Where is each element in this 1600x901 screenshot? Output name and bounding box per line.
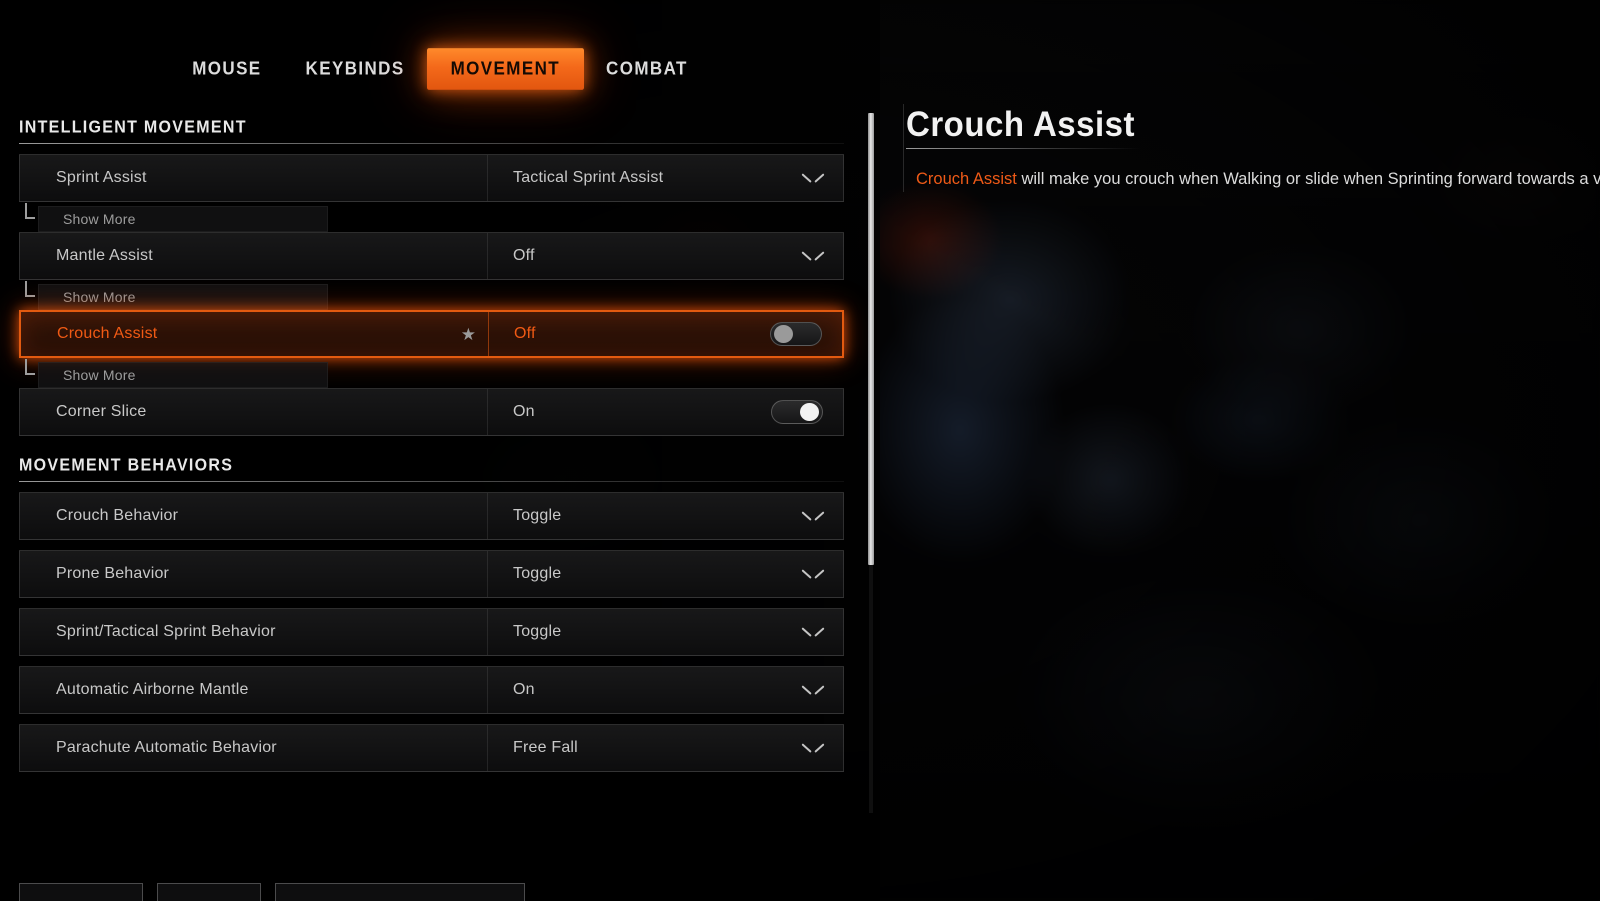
section-header: INTELLIGENT MOVEMENT xyxy=(19,120,844,144)
settings-list[interactable]: INTELLIGENT MOVEMENT Sprint Assist Tactica… xyxy=(0,120,880,820)
setting-row-sprint-tactical-sprint-behavior[interactable]: Sprint/Tactical Sprint Behavior Toggle xyxy=(19,608,844,656)
section-header: MOVEMENT BEHAVIORS xyxy=(19,456,844,482)
setting-label-cell: Crouch Assist ★ xyxy=(21,312,489,356)
toggle-knob xyxy=(800,403,819,421)
setting-row-corner-slice[interactable]: Corner Slice On xyxy=(19,388,844,436)
setting-value: Free Fall xyxy=(513,739,578,756)
setting-row-crouch-behavior[interactable]: Crouch Behavior Toggle xyxy=(19,492,844,540)
settings-screen: MOUSE KEYBINDS MOVEMENT COMBAT INTELLIGENT … xyxy=(0,0,1600,901)
setting-value-cell[interactable]: Tactical Sprint Assist xyxy=(488,155,843,201)
setting-label-cell: Prone Behavior xyxy=(20,551,488,597)
setting-label: Crouch Behavior xyxy=(56,507,179,524)
section-divider xyxy=(19,481,844,482)
detail-title-underline xyxy=(906,148,1141,149)
setting-label-cell: Crouch Behavior xyxy=(20,493,488,539)
chevron-down-icon[interactable] xyxy=(803,626,823,638)
setting-value: Toggle xyxy=(513,565,562,582)
bottom-button-2[interactable] xyxy=(157,883,261,901)
show-more-row-sprint-assist[interactable]: Show More xyxy=(25,203,328,232)
setting-row-mantle-assist[interactable]: Mantle Assist Off xyxy=(19,232,844,280)
setting-value: Toggle xyxy=(513,623,562,640)
toggle-switch[interactable] xyxy=(771,400,823,424)
setting-label: Crouch Assist xyxy=(57,325,158,342)
setting-label: Sprint/Tactical Sprint Behavior xyxy=(56,623,276,640)
setting-row-prone-behavior[interactable]: Prone Behavior Toggle xyxy=(19,550,844,598)
setting-value-cell[interactable]: Off xyxy=(488,233,843,279)
detail-description-rest: will make you crouch when Walking or sli… xyxy=(1016,170,1600,188)
setting-label-cell: Parachute Automatic Behavior xyxy=(20,725,488,771)
setting-value-cell[interactable]: Off xyxy=(489,312,842,356)
tree-elbow-icon xyxy=(25,359,35,375)
show-more-row-crouch-assist[interactable]: Show More xyxy=(25,359,328,388)
setting-label: Parachute Automatic Behavior xyxy=(56,739,277,756)
tree-elbow-icon xyxy=(25,203,35,219)
setting-value-cell[interactable]: Toggle xyxy=(488,551,843,597)
detail-title: Crouch Assist xyxy=(906,104,1135,144)
setting-label-cell: Mantle Assist xyxy=(20,233,488,279)
setting-value: On xyxy=(513,681,535,698)
bottom-button-bar xyxy=(19,883,525,901)
setting-value-cell[interactable]: Toggle xyxy=(488,609,843,655)
toggle-knob xyxy=(774,325,793,343)
setting-row-crouch-assist[interactable]: Crouch Assist ★ Off xyxy=(19,310,844,358)
show-more-label: Show More xyxy=(63,367,136,383)
section-title: INTELLIGENT MOVEMENT xyxy=(19,120,247,137)
bottom-button-3[interactable] xyxy=(275,883,525,901)
setting-value: Tactical Sprint Assist xyxy=(513,169,664,186)
settings-tab-bar: MOUSE KEYBINDS MOVEMENT COMBAT xyxy=(0,48,880,90)
setting-label-cell: Sprint/Tactical Sprint Behavior xyxy=(20,609,488,655)
setting-row-automatic-airborne-mantle[interactable]: Automatic Airborne Mantle On xyxy=(19,666,844,714)
setting-label: Prone Behavior xyxy=(56,565,170,582)
bottom-button-1[interactable] xyxy=(19,883,143,901)
tab-keybinds[interactable]: KEYBINDS xyxy=(284,48,427,90)
tab-movement[interactable]: MOVEMENT xyxy=(426,48,585,90)
setting-value: On xyxy=(513,403,535,420)
detail-description-highlight: Crouch Assist xyxy=(916,170,1017,188)
setting-value-cell[interactable]: On xyxy=(488,667,843,713)
setting-label: Corner Slice xyxy=(56,403,147,420)
setting-value-cell[interactable]: On xyxy=(488,389,843,435)
setting-label-cell: Corner Slice xyxy=(20,389,488,435)
setting-label-cell: Automatic Airborne Mantle xyxy=(20,667,488,713)
show-more-label: Show More xyxy=(63,289,136,305)
setting-label: Sprint Assist xyxy=(56,169,147,186)
chevron-down-icon[interactable] xyxy=(803,568,823,580)
chevron-down-icon[interactable] xyxy=(803,684,823,696)
show-more-row-mantle-assist[interactable]: Show More xyxy=(25,281,328,310)
detail-description: Crouch Assist will make you crouch when … xyxy=(916,167,1600,192)
detail-panel: Crouch Assist Crouch Assist will make yo… xyxy=(903,104,1600,192)
settings-scrollbar-thumb[interactable] xyxy=(868,113,874,565)
tab-combat[interactable]: COMBAT xyxy=(584,48,710,90)
section-divider xyxy=(19,143,844,144)
show-more-label: Show More xyxy=(63,211,136,227)
tab-mouse[interactable]: MOUSE xyxy=(170,48,283,90)
setting-label-cell: Sprint Assist xyxy=(20,155,488,201)
setting-row-sprint-assist[interactable]: Sprint Assist Tactical Sprint Assist xyxy=(19,154,844,202)
chevron-down-icon[interactable] xyxy=(803,510,823,522)
setting-row-parachute-automatic-behavior[interactable]: Parachute Automatic Behavior Free Fall xyxy=(19,724,844,772)
chevron-down-icon[interactable] xyxy=(803,742,823,754)
section-title: MOVEMENT BEHAVIORS xyxy=(19,456,234,475)
setting-value-cell[interactable]: Toggle xyxy=(488,493,843,539)
setting-label: Automatic Airborne Mantle xyxy=(56,681,249,698)
chevron-down-icon[interactable] xyxy=(803,172,823,184)
toggle-switch[interactable] xyxy=(770,322,822,346)
setting-label: Mantle Assist xyxy=(56,247,153,264)
setting-value: Off xyxy=(514,325,536,342)
tree-elbow-icon xyxy=(25,281,35,297)
star-icon[interactable]: ★ xyxy=(461,326,476,343)
setting-value: Toggle xyxy=(513,507,562,524)
setting-value: Off xyxy=(513,247,535,264)
setting-value-cell[interactable]: Free Fall xyxy=(488,725,843,771)
chevron-down-icon[interactable] xyxy=(803,250,823,262)
